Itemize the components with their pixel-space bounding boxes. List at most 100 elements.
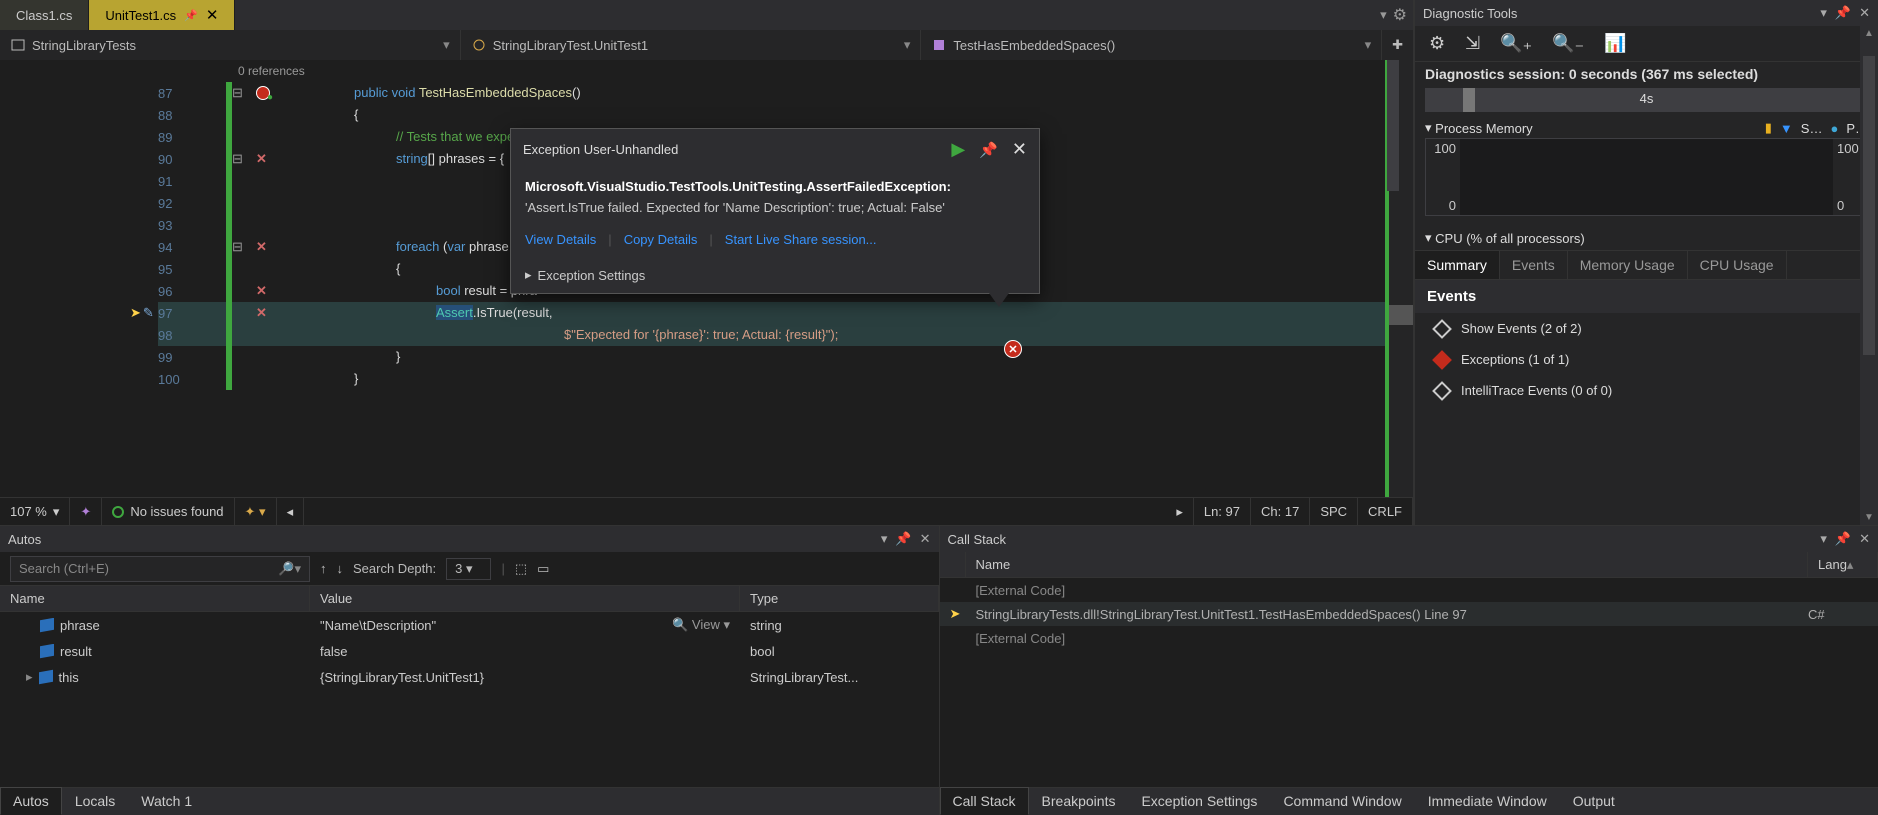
expand-icon[interactable]: ▸: [26, 669, 33, 685]
autos-row[interactable]: phrase "Name\tDescription"🔍 View ▾ strin…: [0, 612, 939, 638]
nav-class[interactable]: StringLibraryTest.UnitTest1▾: [461, 30, 922, 60]
process-memory-chart[interactable]: 1000 1000: [1425, 138, 1868, 216]
eol-mode[interactable]: CRLF: [1358, 498, 1413, 525]
col-type[interactable]: Type: [740, 586, 939, 611]
breakpoint-disabled-icon[interactable]: ✕: [256, 305, 267, 321]
breakpoint-gutter[interactable]: ●: [256, 82, 284, 104]
code-editor[interactable]: 0 references ➤ 87 ⊟ ● public void TestHa…: [0, 60, 1413, 497]
zoom-level[interactable]: 107 % ▾: [0, 498, 70, 525]
event-exceptions[interactable]: Exceptions (1 of 1): [1415, 344, 1878, 375]
split-editor-button[interactable]: ✚: [1382, 30, 1413, 60]
scroll-right-icon[interactable]: ▸: [1166, 498, 1194, 525]
tab-call-stack[interactable]: Call Stack: [940, 787, 1029, 815]
visualizer-icon[interactable]: 🔍 View ▾: [672, 617, 730, 633]
pin-icon[interactable]: 📌: [1835, 5, 1851, 21]
depth-value: 3: [455, 561, 462, 576]
tab-watch1[interactable]: Watch 1: [128, 787, 205, 815]
pin-icon[interactable]: 📌: [184, 9, 198, 22]
zoom-out-icon[interactable]: 🔍₋: [1552, 33, 1584, 54]
chart-icon[interactable]: 📊: [1604, 33, 1626, 54]
issues-status[interactable]: No issues found: [102, 498, 234, 525]
tree-view-icon[interactable]: ⬚: [515, 561, 527, 577]
fold-icon[interactable]: ⊟: [232, 82, 256, 104]
collapse-icon[interactable]: ▾: [1425, 120, 1432, 136]
tab-breakpoints[interactable]: Breakpoints: [1029, 787, 1129, 815]
live-share-link[interactable]: Start Live Share session...: [725, 232, 877, 247]
minimap[interactable]: [1385, 60, 1413, 497]
fold-icon[interactable]: ⊟: [232, 236, 256, 258]
sort-icon[interactable]: ▴: [1847, 557, 1854, 573]
zoom-in-icon[interactable]: 🔍₊: [1500, 33, 1532, 54]
copy-details-link[interactable]: Copy Details: [624, 232, 698, 247]
stack-frame[interactable]: [External Code]: [940, 626, 1878, 650]
scrollbar-vertical[interactable]: ▲▼: [1860, 26, 1878, 525]
diag-tab-cpu[interactable]: CPU Usage: [1688, 251, 1787, 279]
gear-icon[interactable]: ⚙: [1429, 33, 1445, 54]
stack-frame-current[interactable]: ➤ StringLibraryTests.dll!StringLibraryTe…: [940, 602, 1878, 626]
panel-title-bar[interactable]: Call Stack ▾📌✕: [940, 526, 1878, 552]
tab-unittest1[interactable]: UnitTest1.cs 📌 ✕: [89, 0, 235, 30]
event-show-all[interactable]: Show Events (2 of 2): [1415, 313, 1878, 344]
scrollbar-vertical[interactable]: [1387, 60, 1399, 191]
col-name[interactable]: Name: [966, 552, 1809, 577]
pin-icon[interactable]: 📌: [895, 531, 911, 547]
view-details-link[interactable]: View Details: [525, 232, 596, 247]
panel-title-bar[interactable]: Autos ▾📌✕: [0, 526, 939, 552]
col-name[interactable]: Name: [0, 586, 310, 611]
autos-row[interactable]: ▸this {StringLibraryTest.UnitTest1} Stri…: [0, 664, 939, 690]
codelens-refs[interactable]: 0 references: [0, 64, 305, 82]
breakpoint-disabled-icon[interactable]: ✕: [256, 151, 267, 167]
export-icon[interactable]: ⇲: [1465, 33, 1480, 54]
breakpoint-disabled-icon[interactable]: ✕: [256, 239, 267, 255]
error-icon[interactable]: ✕: [1004, 340, 1022, 358]
diag-tab-memory[interactable]: Memory Usage: [1568, 251, 1688, 279]
brush-icon[interactable]: ✦ ▾: [235, 498, 277, 525]
col-lang[interactable]: Lang: [1818, 557, 1847, 572]
panel-title-bar[interactable]: Diagnostic Tools ▾📌✕: [1415, 0, 1878, 26]
fold-icon[interactable]: ⊟: [232, 148, 256, 170]
close-icon[interactable]: ✕: [920, 531, 931, 547]
intellicode-icon[interactable]: ✦: [70, 498, 102, 525]
close-icon[interactable]: ✕: [1012, 139, 1027, 160]
diag-tab-events[interactable]: Events: [1500, 251, 1568, 279]
event-intellitrace[interactable]: IntelliTrace Events (0 of 0): [1415, 375, 1878, 406]
scroll-left-icon[interactable]: ◂: [277, 498, 305, 525]
tab-output[interactable]: Output: [1560, 787, 1628, 815]
chevron-down-icon[interactable]: ▾: [1380, 7, 1387, 23]
tab-immediate-window[interactable]: Immediate Window: [1415, 787, 1560, 815]
nav-down-icon[interactable]: ↓: [337, 561, 344, 576]
tab-command-window[interactable]: Command Window: [1270, 787, 1414, 815]
pin-icon[interactable]: 📌: [979, 141, 998, 159]
search-icon[interactable]: 🔎▾: [278, 561, 301, 577]
tab-exception-settings[interactable]: Exception Settings: [1128, 787, 1270, 815]
chevron-down-icon[interactable]: ▾: [1820, 531, 1827, 547]
close-icon[interactable]: ✕: [1859, 531, 1870, 547]
nav-namespace[interactable]: StringLibraryTests▾: [0, 30, 461, 60]
tab-locals[interactable]: Locals: [62, 787, 128, 815]
diag-timeline[interactable]: 4s: [1425, 88, 1868, 112]
continue-icon[interactable]: ▶: [951, 139, 965, 160]
cursor-col[interactable]: Ch: 17: [1251, 498, 1310, 525]
close-icon[interactable]: ✕: [206, 6, 219, 24]
tab-autos[interactable]: Autos: [0, 787, 62, 815]
search-input[interactable]: Search (Ctrl+E)🔎▾: [10, 556, 310, 582]
chevron-down-icon[interactable]: ▾: [881, 531, 888, 547]
col-value[interactable]: Value: [310, 586, 740, 611]
stack-frame[interactable]: [External Code]: [940, 578, 1878, 602]
pin-icon[interactable]: 📌: [1835, 531, 1851, 547]
breakpoint-disabled-icon[interactable]: ✕: [256, 283, 267, 299]
text-view-icon[interactable]: ▭: [537, 561, 549, 577]
chevron-down-icon[interactable]: ▾: [1820, 5, 1827, 21]
nav-up-icon[interactable]: ↑: [320, 561, 327, 576]
cursor-line[interactable]: Ln: 97: [1194, 498, 1251, 525]
diag-tab-summary[interactable]: Summary: [1415, 251, 1500, 279]
autos-row[interactable]: result false bool: [0, 638, 939, 664]
nav-method[interactable]: TestHasEmbeddedSpaces()▾: [921, 30, 1382, 60]
close-icon[interactable]: ✕: [1859, 5, 1870, 21]
collapse-icon[interactable]: ▾: [1425, 230, 1432, 246]
depth-select[interactable]: 3 ▾: [446, 558, 491, 580]
exception-settings-toggle[interactable]: ▸Exception Settings: [511, 257, 1039, 293]
tab-class1[interactable]: Class1.cs: [0, 0, 89, 30]
gear-icon[interactable]: ⚙: [1393, 5, 1407, 25]
indent-mode[interactable]: SPC: [1310, 498, 1358, 525]
